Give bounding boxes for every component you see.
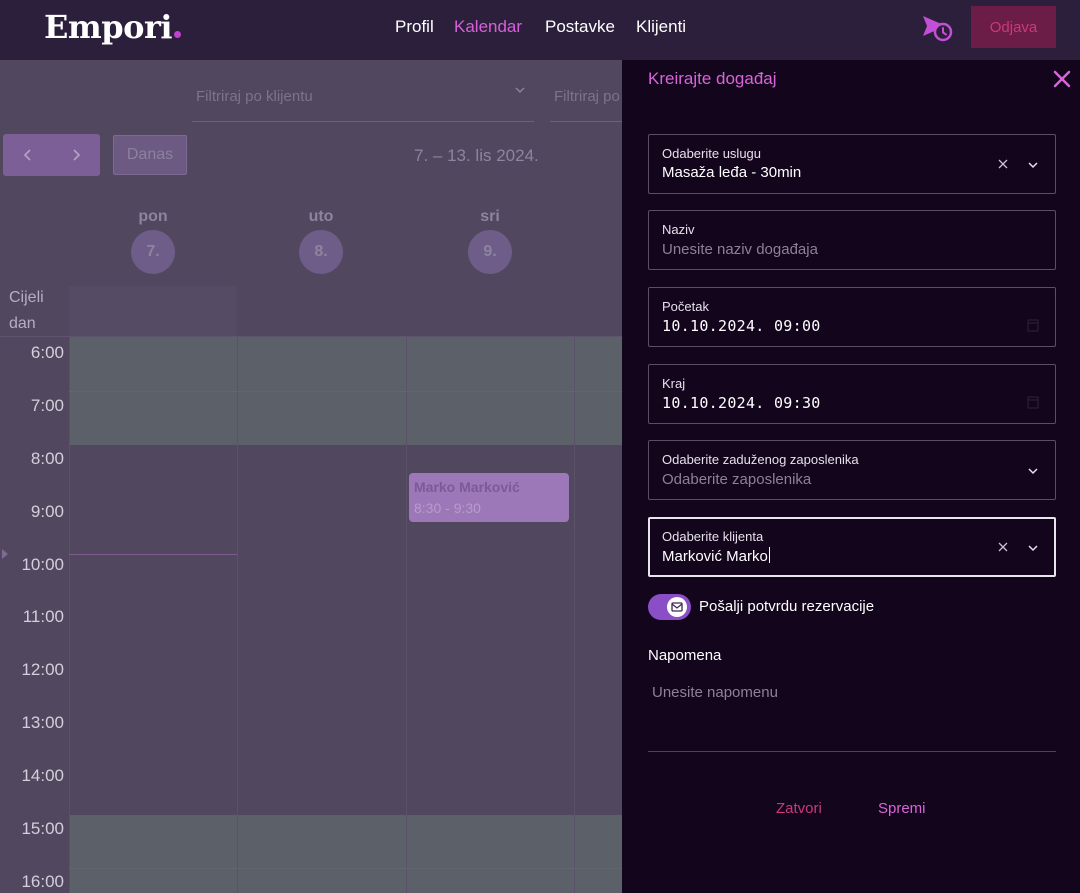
- business-hours-bg: [69, 815, 622, 893]
- grid-line: [69, 391, 622, 392]
- hour-label: 8:00: [30, 449, 64, 468]
- create-event-drawer: Kreirajte događaj Odaberite uslugu Masaž…: [622, 60, 1080, 893]
- logo-text: Empori: [44, 8, 172, 46]
- nav-profil[interactable]: Profil: [395, 17, 434, 37]
- hour-label: 11:00: [22, 607, 64, 626]
- all-day-cell[interactable]: [69, 286, 237, 336]
- hour-label: 15:00: [21, 819, 64, 838]
- name-placeholder: Unesite naziv događaja: [662, 241, 818, 258]
- client-value-wrap[interactable]: Marković Marko: [662, 547, 770, 565]
- hour-label: 14:00: [21, 766, 64, 785]
- top-navbar: Empori Profil Kalendar Postavke Klijenti…: [0, 0, 1080, 60]
- today-button[interactable]: Danas: [113, 135, 187, 175]
- send-confirmation-label: Pošalji potvrdu rezervacije: [699, 598, 875, 615]
- day-number[interactable]: 8.: [299, 230, 343, 274]
- chevron-right-icon[interactable]: [68, 147, 84, 163]
- clear-icon[interactable]: [997, 158, 1009, 170]
- hour-label: 7:00: [30, 396, 64, 415]
- week-nav-group: [3, 134, 100, 176]
- grid-line: [406, 337, 407, 893]
- employee-select[interactable]: Odaberite zaduženog zaposlenika Odaberit…: [648, 440, 1056, 500]
- grid-line: [237, 337, 238, 893]
- note-textarea[interactable]: Unesite napomenu: [652, 684, 778, 701]
- event-name-field[interactable]: Naziv Unesite naziv događaja: [648, 210, 1056, 270]
- logo-dot: [173, 31, 181, 38]
- service-label: Odaberite uslugu: [662, 146, 762, 161]
- client-value: Marković Marko: [662, 548, 768, 565]
- service-value: Masaža leđa - 30min: [662, 164, 802, 181]
- nav-klijenti[interactable]: Klijenti: [636, 17, 686, 37]
- grid-line: [69, 868, 622, 869]
- date-range-title: 7. – 13. lis 2024.: [414, 146, 539, 165]
- service-select[interactable]: Odaberite uslugu Masaža leđa - 30min: [648, 134, 1056, 194]
- employee-placeholder: Odaberite zaposlenika: [662, 471, 812, 488]
- client-select[interactable]: Odaberite klijenta Marković Marko: [648, 517, 1056, 577]
- client-label: Odaberite klijenta: [662, 529, 764, 544]
- end-value: 10.10.2024. 09:30: [662, 394, 821, 412]
- event-title: Marko Marković: [414, 479, 520, 495]
- toggle-knob: [667, 597, 687, 617]
- employee-filter-select[interactable]: Filtriraj po zaposleniku: [550, 70, 622, 122]
- chevron-down-icon[interactable]: [1027, 542, 1039, 554]
- hour-label: 6:00: [30, 343, 64, 362]
- client-filter-placeholder: Filtriraj po klijentu: [196, 88, 313, 105]
- name-label: Naziv: [662, 222, 695, 237]
- close-icon[interactable]: [1051, 68, 1073, 90]
- start-datetime-field[interactable]: Početak 10.10.2024. 09:00: [648, 287, 1056, 347]
- chevron-down-icon[interactable]: [1027, 465, 1039, 477]
- calendar-icon[interactable]: [1027, 395, 1039, 409]
- text-caret: [768, 547, 770, 563]
- day-name: sri: [480, 208, 500, 225]
- grid-line: [574, 337, 575, 893]
- drawer-title: Kreirajte događaj: [648, 69, 777, 88]
- save-button[interactable]: Spremi: [878, 800, 926, 817]
- chevron-down-icon[interactable]: [1027, 159, 1039, 171]
- end-datetime-field[interactable]: Kraj 10.10.2024. 09:30: [648, 364, 1056, 424]
- logo[interactable]: Empori: [44, 8, 181, 46]
- event-time: 8:30 - 9:30: [414, 500, 481, 516]
- calendar-event[interactable]: Marko Marković 8:30 - 9:30: [409, 473, 569, 522]
- nav-kalendar[interactable]: Kalendar: [454, 17, 522, 37]
- day-name: uto: [308, 208, 334, 225]
- send-confirmation-toggle[interactable]: [648, 594, 691, 620]
- mail-check-icon: [671, 602, 683, 612]
- hour-label: 16:00: [21, 872, 64, 891]
- calendar-clock-send-icon[interactable]: [920, 13, 954, 43]
- chevron-down-icon: [515, 87, 525, 94]
- chevron-left-icon[interactable]: [20, 147, 36, 163]
- all-day-label: Cijeli dan: [9, 289, 44, 332]
- hour-label: 9:00: [30, 502, 64, 521]
- hour-label: 13:00: [21, 713, 64, 732]
- note-label: Napomena: [648, 647, 722, 664]
- logout-button[interactable]: Odjava: [971, 6, 1056, 48]
- now-indicator-line: [69, 554, 237, 555]
- now-indicator-arrow: [2, 549, 8, 559]
- end-label: Kraj: [662, 376, 686, 391]
- employee-label: Odaberite zaduženog zaposlenika: [662, 452, 859, 467]
- start-label: Početak: [662, 299, 709, 314]
- employee-filter-placeholder: Filtriraj po zaposleniku: [554, 88, 622, 105]
- client-filter-select[interactable]: Filtriraj po klijentu: [192, 70, 534, 122]
- day-number[interactable]: 7.: [131, 230, 175, 274]
- nav-postavke[interactable]: Postavke: [545, 17, 615, 37]
- hour-label: 10:00: [21, 555, 64, 574]
- day-name: pon: [138, 208, 168, 225]
- calendar-icon[interactable]: [1027, 318, 1039, 332]
- day-number[interactable]: 9.: [468, 230, 512, 274]
- hour-label: 12:00: [21, 660, 64, 679]
- start-value: 10.10.2024. 09:00: [662, 317, 821, 335]
- grid-line: [69, 337, 70, 893]
- note-underline: [648, 751, 1056, 752]
- close-button[interactable]: Zatvori: [776, 800, 822, 817]
- clear-icon[interactable]: [997, 541, 1009, 553]
